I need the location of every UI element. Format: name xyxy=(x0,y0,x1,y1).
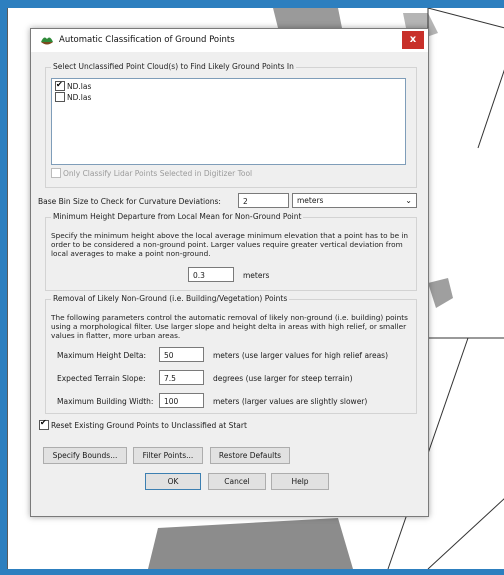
unit-select-value: meters xyxy=(297,196,324,205)
terrain-slope-label: Expected Terrain Slope: xyxy=(57,374,146,383)
max-height-delta-note: meters (use larger values for high relie… xyxy=(213,351,389,360)
max-height-delta-label: Maximum Height Delta: xyxy=(57,351,147,360)
terrain-slope-input[interactable]: 7.5 xyxy=(159,370,204,385)
building-width-input[interactable]: 100 xyxy=(159,393,204,408)
reset-checkbox[interactable]: Reset Existing Ground Points to Unclassi… xyxy=(39,418,247,431)
only-classify-checkbox[interactable]: Only Classify Lidar Points Selected in D… xyxy=(51,168,253,179)
removal-description: The following parameters control the aut… xyxy=(51,313,408,340)
only-classify-label: Only Classify Lidar Points Selected in D… xyxy=(63,169,253,178)
cloud-checkbox[interactable] xyxy=(55,79,65,91)
cloud-label: ND.las xyxy=(67,82,92,91)
max-height-delta-input[interactable]: 50 xyxy=(159,347,204,362)
restore-defaults-button[interactable]: Restore Defaults xyxy=(210,447,290,464)
list-item[interactable]: ND.las xyxy=(55,92,91,103)
app-icon xyxy=(41,37,53,45)
bin-size-label: Base Bin Size to Check for Curvature Dev… xyxy=(38,197,221,206)
boundary-line xyxy=(427,498,504,569)
only-classify-box[interactable] xyxy=(51,168,61,178)
cloud-checkbox[interactable] xyxy=(55,92,65,102)
building-width-label: Maximum Building Width: xyxy=(57,397,154,406)
dialog-title: Automatic Classification of Ground Point… xyxy=(59,35,235,45)
point-cloud-region xyxy=(428,278,453,308)
list-item[interactable]: ND.las xyxy=(55,79,92,92)
boundary-line xyxy=(427,8,504,29)
chevron-down-icon: ⌄ xyxy=(405,196,412,205)
terrain-slope-note: degrees (use larger for steep terrain) xyxy=(213,374,353,383)
cloud-group-title: Select Unclassified Point Cloud(s) to Fi… xyxy=(51,62,296,71)
removal-group-title: Removal of Likely Non-Ground (i.e. Build… xyxy=(51,294,290,303)
reset-label: Reset Existing Ground Points to Unclassi… xyxy=(51,421,247,430)
min-height-input[interactable]: 0.3 xyxy=(188,267,234,282)
reset-checkbox-box[interactable] xyxy=(39,418,49,430)
title-bar[interactable]: Automatic Classification of Ground Point… xyxy=(31,29,428,52)
cancel-button[interactable]: Cancel xyxy=(208,473,266,490)
ground-classification-dialog: Automatic Classification of Ground Point… xyxy=(30,28,429,517)
min-height-unit: meters xyxy=(243,271,270,280)
help-button[interactable]: Help xyxy=(271,473,329,490)
boundary-line xyxy=(477,69,504,149)
ok-button[interactable]: OK xyxy=(145,473,201,490)
cloud-label: ND.las xyxy=(67,93,92,102)
min-height-group-title: Minimum Height Departure from Local Mean… xyxy=(51,212,304,221)
bin-size-input[interactable]: 2 xyxy=(238,193,289,208)
filter-points-button[interactable]: Filter Points... xyxy=(133,447,203,464)
point-cloud-list[interactable]: ND.las ND.las xyxy=(51,78,406,165)
bin-size-unit-select[interactable]: meters ⌄ xyxy=(292,193,417,208)
building-width-note: meters (larger values are slightly slowe… xyxy=(213,397,368,406)
point-cloud-region xyxy=(148,518,353,569)
min-height-description: Specify the minimum height above the loc… xyxy=(51,231,409,258)
specify-bounds-button[interactable]: Specify Bounds... xyxy=(43,447,127,464)
close-button[interactable]: x xyxy=(402,31,424,49)
